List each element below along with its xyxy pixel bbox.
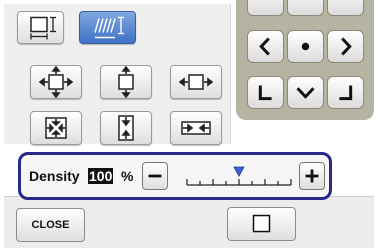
chevron-left-icon [259, 37, 270, 56]
nav-center-button[interactable] [287, 30, 324, 63]
minus-icon [148, 174, 162, 178]
shrink-vertical-icon [118, 115, 134, 141]
shrink-horizontal-button[interactable] [170, 111, 222, 145]
shrink-horizontal-icon [181, 121, 211, 135]
square-icon [252, 214, 271, 233]
shrink-vertical-button[interactable] [100, 111, 152, 145]
center-dot-icon [301, 42, 310, 51]
chevron-right-icon [341, 37, 352, 56]
expand-vertical-icon [118, 66, 134, 98]
size-mode-button[interactable] [17, 11, 64, 44]
density-size-icon [93, 16, 124, 39]
density-label: Density [29, 168, 80, 184]
navigation-pad [236, 0, 374, 120]
nav-left-button[interactable] [247, 30, 284, 63]
expand-vertical-button[interactable] [100, 65, 152, 99]
square-button[interactable] [227, 207, 296, 241]
corner-down-right-icon [339, 85, 353, 101]
density-indicator [233, 166, 245, 177]
close-button[interactable]: CLOSE [16, 208, 85, 242]
expand-all-button[interactable] [30, 65, 82, 99]
expand-horizontal-button[interactable] [170, 65, 222, 99]
corner-down-left-icon [258, 85, 272, 101]
nav-down-left-button[interactable] [247, 76, 284, 109]
chevron-down-icon [296, 87, 315, 99]
nav-down-right-button[interactable] [327, 76, 364, 109]
density-value: 100 [88, 168, 114, 184]
nav-up-left-button[interactable] [247, 0, 284, 16]
nav-right-button[interactable] [327, 30, 364, 63]
expand-all-icon [38, 66, 74, 98]
size-dimension-icon [29, 16, 56, 40]
nav-down-button[interactable] [287, 76, 324, 109]
shrink-all-button[interactable] [30, 111, 82, 145]
density-mode-button[interactable] [79, 11, 136, 44]
nav-up-right-button[interactable] [327, 0, 364, 16]
shrink-all-icon [45, 117, 67, 139]
density-scale[interactable] [183, 166, 295, 190]
density-decrease-button[interactable] [142, 162, 168, 190]
nav-up-button[interactable] [287, 0, 324, 16]
density-control: Density 100 % [18, 152, 332, 200]
embroidery-size-panel: Density 100 % CLOSE [0, 0, 378, 249]
plus-icon [305, 169, 319, 183]
density-unit: % [121, 168, 134, 184]
density-increase-button[interactable] [299, 162, 325, 190]
expand-horizontal-icon [178, 74, 214, 90]
